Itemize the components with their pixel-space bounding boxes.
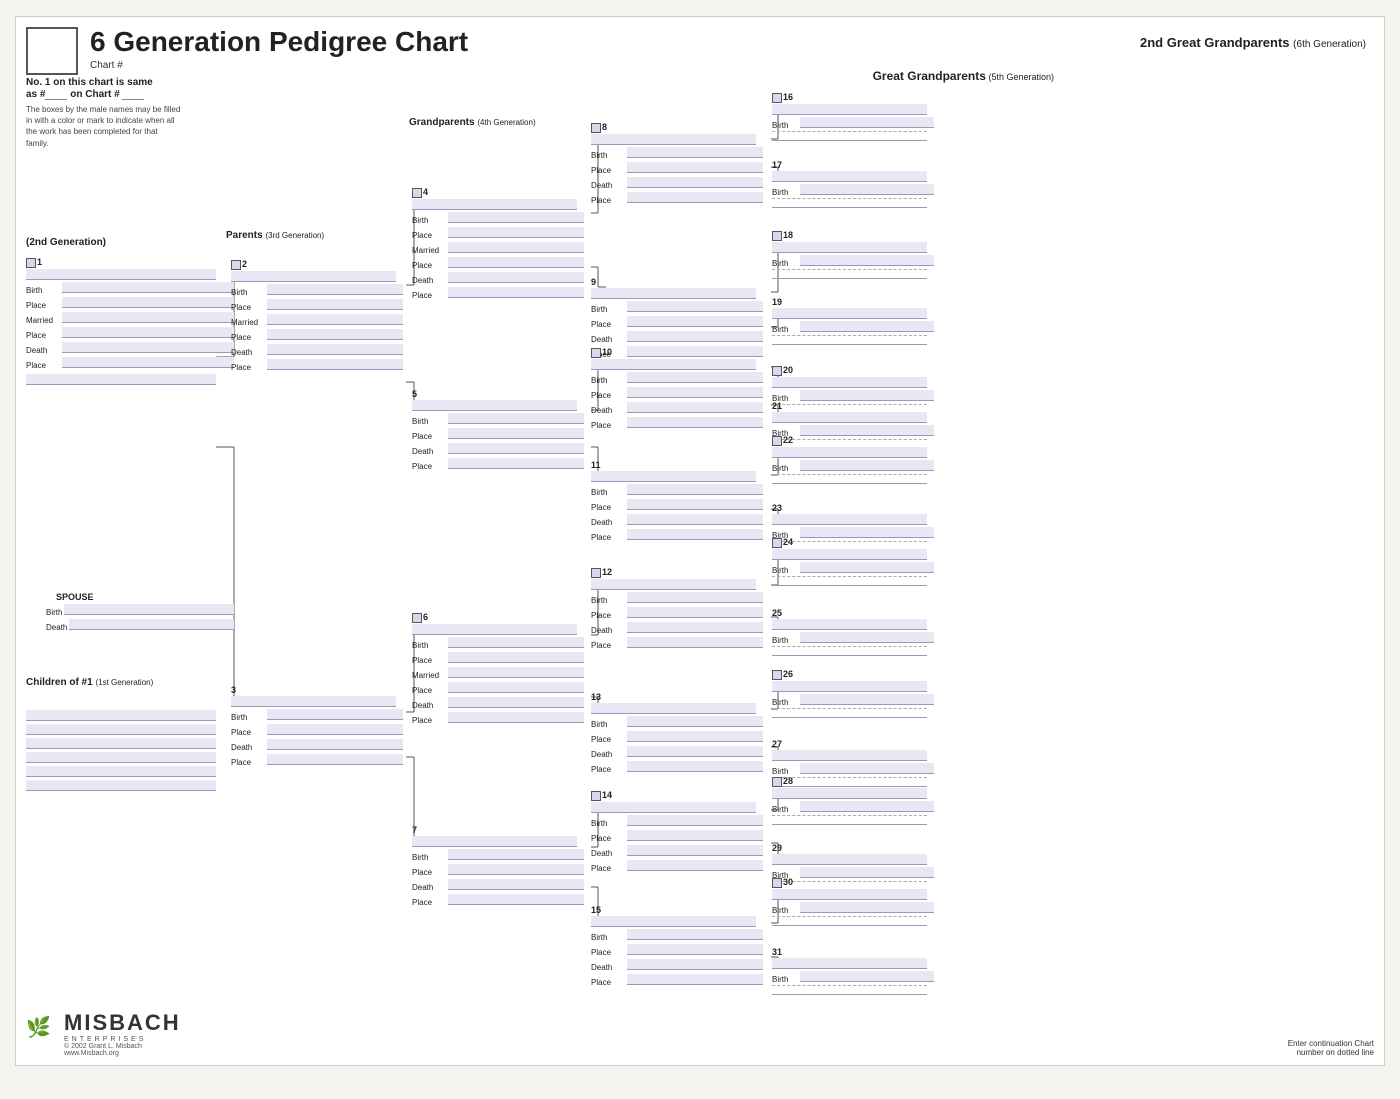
chart-number-label: Chart # [90,60,468,71]
logo-area: 🌿 MISBACH ENTERPRISES © 2002 Grant L. Mi… [26,1010,181,1057]
spouse-death-line[interactable] [69,619,234,630]
child-line-5[interactable] [26,766,216,777]
gen4-label: Parents (3rd Generation) [226,230,324,241]
child-line-6[interactable] [26,780,216,791]
p1-name-line[interactable] [26,269,216,280]
p6-checkbox[interactable] [412,613,422,623]
p2-name-line[interactable] [231,271,396,282]
p4-name-line[interactable] [412,199,577,210]
p1-birth-row: Birth [26,281,234,295]
gen6-label-area: 2nd Great Grandparents (6th Generation) [1140,35,1366,50]
p2-birth-row: Birth [231,283,403,297]
person-28-block: 28 Birth [772,776,934,826]
spouse-block: SPOUSE Birth Death [26,592,234,632]
p1-mplace-line[interactable] [62,327,234,338]
p6-num: 6 [423,612,428,622]
p1-place-line[interactable] [62,297,234,308]
p1-married-line[interactable] [62,312,234,323]
person-6-block: 6 Birth Place Married Place Death Place [412,612,584,725]
page-title: 6 Generation Pedigree Chart [90,27,468,58]
person-2-block: 2 Birth Place Married Place Death Place [231,259,403,372]
person-17-block: 17 Birth [772,160,934,209]
no1-info: No. 1 on this chart is same as # on Char… [26,77,181,149]
p1-num: 1 [37,257,42,267]
p1-place-row: Place [26,296,234,310]
person-3-block: 3 Birth Place Death Place [231,685,403,767]
p4-checkbox[interactable] [412,188,422,198]
person-12-block: 12 Birth Place Death Place [591,567,763,650]
person-13-block: 13 Birth Place Death Place [591,692,763,774]
person-31-block: 31 Birth [772,947,934,996]
person-14-block: 14 Birth Place Death Place [591,790,763,873]
p1-checkbox[interactable] [26,258,36,268]
p2-checkbox[interactable] [231,260,241,270]
spouse-birth-line[interactable] [64,604,234,615]
person-15-block: 15 Birth Place Death Place [591,905,763,987]
p2-married-line[interactable] [267,314,403,325]
gen2-label: (2nd Generation) [26,237,106,248]
person-8-block: 8 Birth Place Death Place [591,122,763,205]
note-text: The boxes by the male names may be fille… [26,104,181,149]
child-line-3[interactable] [26,738,216,749]
gen3-label: Children of #1 (1st Generation) [26,677,153,688]
person-25-block: 25 Birth [772,608,934,657]
person-22-block: 22 Birth [772,435,934,485]
person-26-block: 26 Birth [772,669,934,719]
p3-name-line[interactable] [231,696,396,707]
p7-num: 7 [412,825,417,835]
logo-sub: ENTERPRISES [64,1036,181,1043]
p5-num: 5 [412,389,417,399]
person-16-block: 16 Birth [772,92,934,142]
spouse-death-row: Death [26,618,234,632]
spouse-birth-row: Birth [26,603,234,617]
p3-dplace-line[interactable] [267,754,403,765]
logo-text: MISBACH [64,1010,181,1036]
person-5-block: 5 Birth Place Death Place [412,389,584,471]
p1-dplace-row: Place [26,356,234,370]
p3-num: 3 [231,685,236,695]
p3-death-line[interactable] [267,739,403,750]
gen5-label-area: Great Grandparents (5th Generation) [873,69,1054,83]
page: 6 Generation Pedigree Chart Chart # 2nd … [15,16,1385,1066]
continuation-note: Enter continuation Chart number on dotte… [1288,1039,1374,1057]
p1-extra-line[interactable] [26,374,216,385]
p1-death-line[interactable] [62,342,234,353]
child-line-1[interactable] [26,710,216,721]
p1-married-row: Married [26,311,234,325]
p1-death-row: Death [26,341,234,355]
copyright: © 2002 Grant L. Misbach [64,1043,181,1050]
p2-birth-line[interactable] [267,284,403,295]
p2-death-line[interactable] [267,344,403,355]
p2-dplace-line[interactable] [267,359,403,370]
p1-dplace-line[interactable] [62,357,234,368]
p2-mplace-line[interactable] [267,329,403,340]
gen5-label: Grandparents (4th Generation) [409,117,536,128]
p3-place-line[interactable] [267,724,403,735]
person-1-block: 1 Birth Place Married Place Death Place [26,257,234,386]
person-19-block: 19 Birth [772,297,934,346]
person-30-block: 30 Birth [772,877,934,927]
spouse-label: SPOUSE [26,592,234,602]
p2-place-line[interactable] [267,299,403,310]
child-line-4[interactable] [26,752,216,763]
gen6-label: 2nd Great Grandparents (6th Generation) [1140,35,1366,50]
children-lines [26,707,231,792]
p1-mplace-row: Place [26,326,234,340]
person-24-block: 24 Birth [772,537,934,587]
p1-birth-line[interactable] [62,282,234,293]
header-box [26,27,78,75]
website: www.Misbach.org [64,1050,181,1057]
p2-num: 2 [242,259,247,269]
p8-checkbox[interactable] [591,123,601,133]
p4-num: 4 [423,187,428,197]
person-7-block: 7 Birth Place Death Place [412,825,584,907]
person-11-block: 11 Birth Place Death Place [591,460,763,542]
child-line-2[interactable] [26,724,216,735]
person-10-block: 10 Birth Place Death Place [591,347,763,430]
person-18-block: 18 Birth [772,230,934,280]
person-4-block: 4 Birth Place Married Place Death Place [412,187,584,300]
p3-birth-line[interactable] [267,709,403,720]
